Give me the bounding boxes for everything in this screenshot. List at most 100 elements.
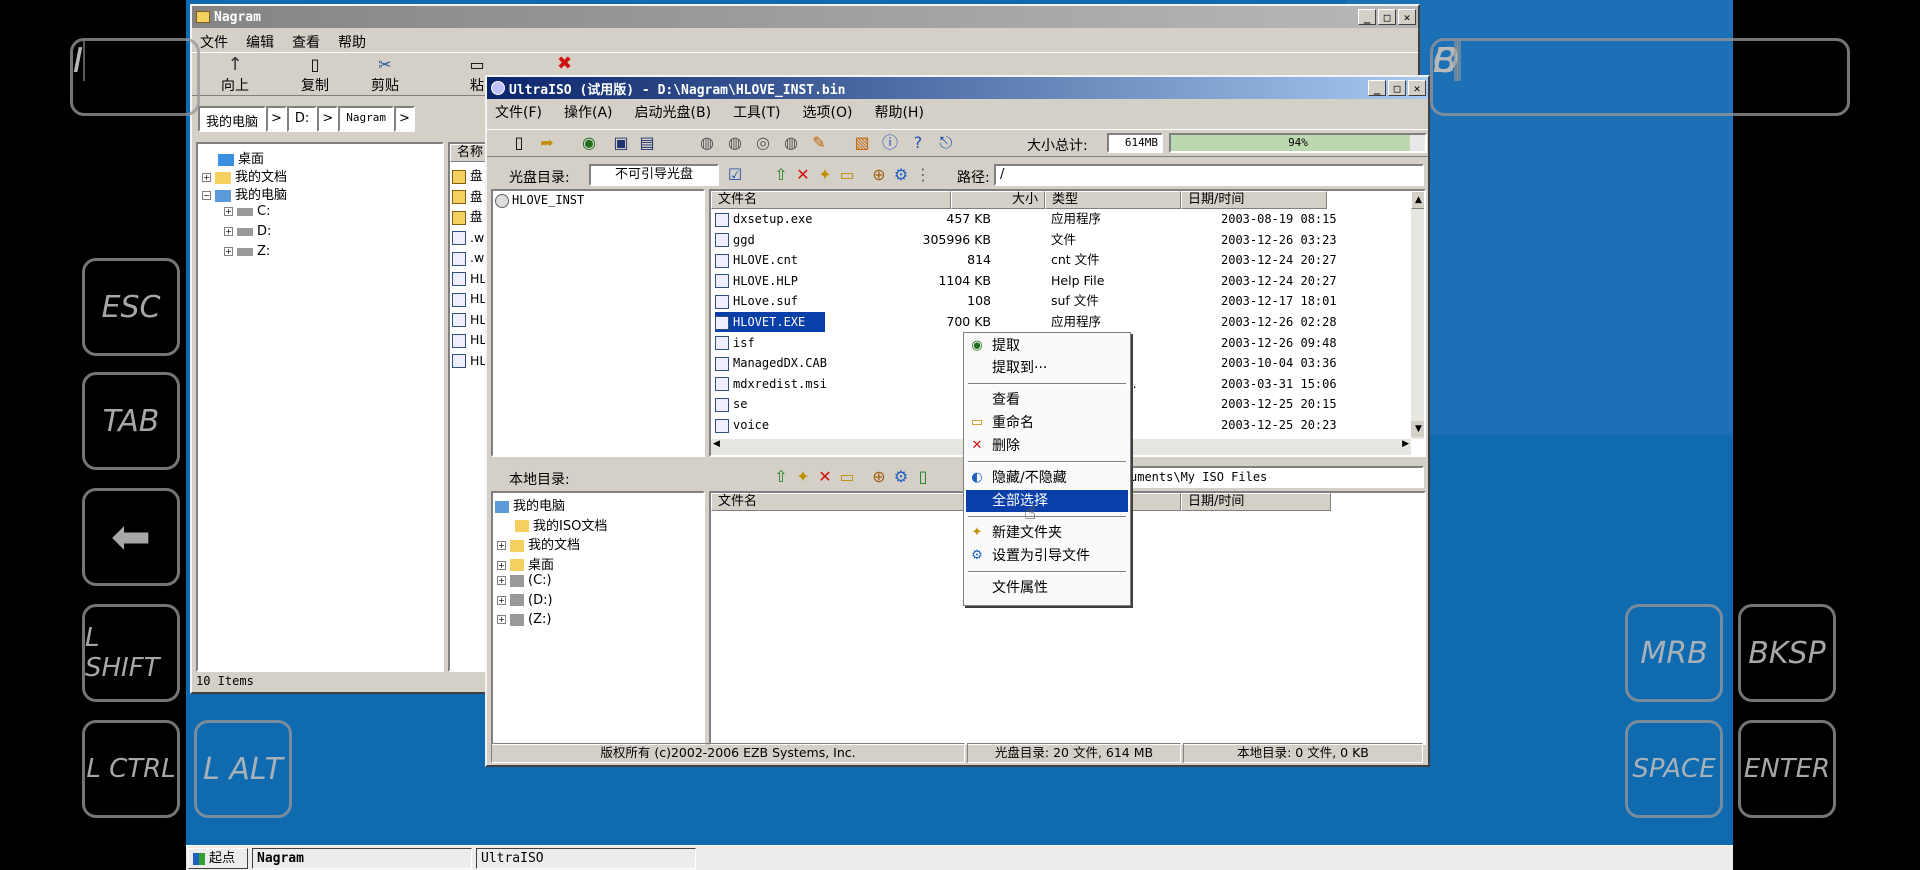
open-icon[interactable]: ➦ [537, 133, 557, 153]
menu-options[interactable]: 选项(O) [803, 102, 853, 122]
left-alt-key[interactable]: L ALT [194, 720, 292, 818]
menu-item-file-properties[interactable]: 文件属性 [966, 577, 1128, 599]
add-files-icon[interactable]: ⊕ [869, 165, 889, 185]
left-shift-key[interactable]: L SHIFT [82, 604, 180, 702]
help-icon[interactable]: ? [908, 133, 928, 153]
backspace-key[interactable]: BKSP [1738, 604, 1836, 702]
local-tree-item[interactable]: + (C:) [497, 573, 552, 588]
settings-icon[interactable]: ⚙ [891, 467, 911, 487]
left-ctrl-key[interactable]: L CTRL [82, 720, 180, 818]
menu-bootable[interactable]: 启动光盘(B) [635, 102, 712, 122]
menu-item-delete[interactable]: ✕ 删除 [966, 435, 1128, 457]
info-icon[interactable]: ⓘ [880, 133, 900, 153]
scroll-right-icon[interactable]: ▶ [1402, 439, 1409, 449]
list-item[interactable]: HL [452, 351, 486, 371]
tree-item-drive-d[interactable]: + D: [224, 224, 271, 239]
taskbar-task-nagram[interactable]: Nagram [252, 848, 472, 869]
burn-icon[interactable]: ◍ [725, 133, 745, 153]
expand-icon[interactable]: + [497, 615, 506, 624]
properties-icon[interactable]: ▧ [852, 133, 872, 153]
tree-item-my-documents[interactable]: + 我的文档 [202, 166, 287, 185]
menu-item-set-boot-file[interactable]: ⚙ 设置为引导文件 [966, 545, 1128, 567]
expand-icon[interactable]: + [497, 576, 506, 585]
enter-key[interactable]: ENTER [1738, 720, 1836, 818]
disc-tree-root[interactable]: HLOVE_INST [495, 193, 584, 208]
expand-icon[interactable]: + [497, 560, 506, 570]
local-tree-item[interactable]: + 我的文档 [497, 534, 580, 553]
path-field[interactable]: / [994, 164, 1424, 186]
file-row[interactable]: HLOVE.HLP 1104 KB Help File 2003-12-24 20:2… [711, 271, 1411, 291]
tools-icon[interactable]: ✎ [809, 133, 829, 153]
up-button[interactable]: ↑ 向上 [210, 55, 260, 95]
column-header-filename[interactable]: 文件名 [711, 191, 951, 209]
up-folder-icon[interactable]: ⇧ [771, 165, 791, 185]
breadcrumb-arrow-icon[interactable]: > [266, 106, 287, 132]
file-row[interactable]: HLOVE.cnt 814 cnt 文件 2003-12-24 20:27 [711, 250, 1411, 270]
boot-check-icon[interactable]: ☑ [725, 165, 745, 185]
tree-item-drive-c[interactable]: + C: [224, 204, 270, 219]
delete-icon[interactable]: ✖ [557, 53, 572, 74]
menu-item-hide-toggle[interactable]: ◐ 隐藏/不隐藏 [966, 467, 1128, 489]
cd-icon[interactable]: ◍ [697, 133, 717, 153]
up-folder-icon[interactable]: ⇧ [771, 467, 791, 487]
local-tree-item[interactable]: + 桌面 [497, 554, 554, 573]
delete-icon[interactable]: ✕ [815, 467, 835, 487]
menu-file[interactable]: 文件 [200, 32, 228, 52]
menu-item-view[interactable]: 查看 [966, 389, 1128, 411]
rename-icon[interactable]: ▭ [837, 467, 857, 487]
menu-view[interactable]: 查看 [292, 32, 320, 52]
column-header-type[interactable]: 类型 [1045, 191, 1181, 209]
menu-tools[interactable]: 工具(T) [733, 102, 780, 122]
column-header-date[interactable]: 日期/时间 [1181, 191, 1327, 209]
breadcrumb-my-computer[interactable]: 我的电脑 [198, 106, 267, 132]
cut-button[interactable]: ✂ 剪贴 [360, 55, 410, 95]
file-row[interactable]: ggd 305996 KB 文件 2003-12-26 03:23 [711, 230, 1411, 250]
add-files-icon[interactable]: ⊕ [869, 467, 889, 487]
exit-icon[interactable]: ⎋ [936, 133, 956, 153]
explorer-titlebar[interactable]: Nagram _ □ ✕ [192, 6, 1418, 28]
boot-status-field[interactable]: 不可引导光盘 [589, 164, 719, 186]
save-as-icon[interactable]: ▤ [637, 133, 657, 153]
local-path-field[interactable]: uments\My ISO Files [1124, 466, 1424, 488]
view-icon[interactable]: ▯ [913, 467, 933, 487]
list-item[interactable]: .w [452, 248, 484, 268]
column-header-size[interactable]: 大小 [951, 191, 1045, 209]
menu-edit[interactable]: 编辑 [246, 32, 274, 52]
local-tree-item[interactable]: + (Z:) [497, 612, 551, 627]
file-row[interactable]: HLOVET.EXE 700 KB 应用程序 2003-12-26 02:28 [711, 312, 1411, 332]
list-item[interactable]: HL [452, 269, 486, 289]
tree-item-desktop[interactable]: 桌面 [218, 148, 264, 167]
list-item[interactable]: HL [452, 289, 486, 309]
settings-icon[interactable]: ⚙ [891, 165, 911, 185]
menu-item-extract-to[interactable]: 提取到··· [966, 357, 1128, 379]
virtual-key-2[interactable]: I [73, 41, 83, 81]
breadcrumb-drive[interactable]: D: [286, 106, 318, 132]
list-item[interactable]: HL [452, 310, 486, 330]
save-icon[interactable]: ▣ [611, 133, 631, 153]
local-tree-item[interactable]: 我的ISO文档 [515, 515, 607, 534]
maximize-button[interactable]: □ [1388, 80, 1406, 96]
minimize-button[interactable]: _ [1358, 9, 1376, 25]
rename-icon[interactable]: ▭ [837, 165, 857, 185]
local-tree-item[interactable]: + (D:) [497, 593, 553, 608]
copy-button[interactable]: ▯ 复制 [290, 55, 340, 95]
back-arrow-key[interactable]: ⬅ [82, 488, 180, 586]
view-icon[interactable]: ⋮ [913, 165, 933, 185]
compress-icon[interactable]: ◍ [781, 133, 801, 153]
list-item[interactable]: 盘 [452, 166, 483, 186]
column-header-date[interactable]: 日期/时间 [1181, 493, 1331, 511]
new-folder-icon[interactable]: ✦ [815, 165, 835, 185]
tab-key[interactable]: TAB [82, 372, 180, 470]
maximize-button[interactable]: □ [1378, 9, 1396, 25]
minimize-button[interactable]: _ [1368, 80, 1386, 96]
menu-actions[interactable]: 操作(A) [564, 102, 613, 122]
scroll-up-button[interactable]: ▲ [1411, 191, 1424, 209]
menu-help[interactable]: 帮助(H) [874, 102, 923, 122]
tree-item-drive-z[interactable]: + Z: [224, 244, 270, 259]
tree-item-my-computer[interactable]: − 我的电脑 [202, 184, 287, 203]
taskbar-task-ultraiso[interactable]: UltraISO [476, 848, 696, 869]
list-item[interactable]: 盘 [452, 207, 483, 227]
expand-icon[interactable]: + [497, 541, 506, 550]
local-tree-item[interactable]: 我的电脑 [495, 495, 565, 514]
new-icon[interactable]: ▯ [509, 133, 529, 153]
